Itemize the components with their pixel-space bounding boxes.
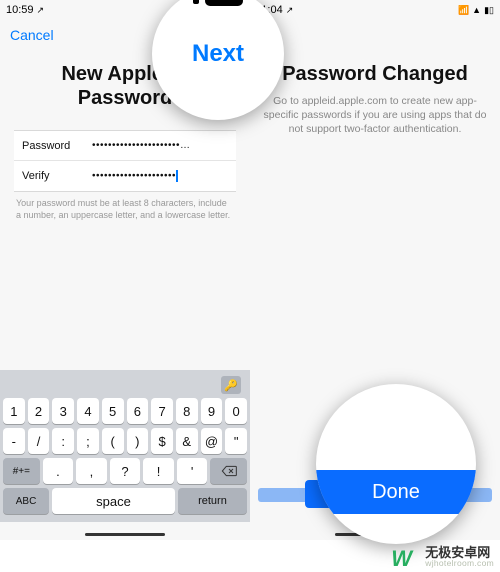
key-8[interactable]: 8	[176, 398, 198, 424]
battery-icon: ▮▯	[484, 5, 494, 16]
key-exclaim[interactable]: !	[143, 458, 174, 484]
password-hint: Your password must be at least 8 charact…	[16, 198, 234, 221]
keyboard-row-1: 1 2 3 4 5 6 7 8 9 0	[3, 398, 247, 424]
status-bar: 11:04 ↗ 📶 ▲ ▮▯	[250, 0, 500, 20]
password-form: Password ••••••••••••••••••••••… Verify …	[14, 130, 236, 192]
nav-bar	[250, 20, 500, 50]
key-slash[interactable]: /	[28, 428, 50, 454]
key-dash[interactable]: -	[3, 428, 25, 454]
home-indicator[interactable]	[85, 533, 165, 536]
key-symbols[interactable]: #+=	[3, 458, 40, 484]
watermark: W 无极安卓网 wjhotelroom.com	[391, 546, 494, 568]
key-2[interactable]: 2	[28, 398, 50, 424]
keyboard-row-2: - / : ; ( ) $ & @ "	[3, 428, 247, 454]
page-title: Password Changed	[250, 62, 500, 86]
key-quote[interactable]: "	[225, 428, 247, 454]
password-label: Password	[22, 140, 84, 152]
key-3[interactable]: 3	[52, 398, 74, 424]
keyboard-row-4: ABC space return	[3, 488, 247, 514]
key-comma[interactable]: ,	[76, 458, 107, 484]
done-button-zoom[interactable]: Done	[316, 470, 476, 514]
next-button[interactable]: Next	[192, 40, 244, 68]
location-icon: ↗	[286, 5, 294, 16]
key-space[interactable]: space	[52, 488, 175, 514]
key-9[interactable]: 9	[201, 398, 223, 424]
key-lparen[interactable]: (	[102, 428, 124, 454]
key-dollar[interactable]: $	[151, 428, 173, 454]
password-field[interactable]: Password ••••••••••••••••••••••…	[14, 131, 236, 161]
verify-label: Verify	[22, 170, 84, 182]
keychain-icon[interactable]: 🔑	[221, 376, 241, 394]
watermark-url: wjhotelroom.com	[425, 559, 494, 568]
key-0[interactable]: 0	[225, 398, 247, 424]
key-return[interactable]: return	[178, 488, 247, 514]
status-time: 10:59	[6, 4, 34, 16]
page-subtext: Go to appleid.apple.com to create new ap…	[262, 94, 488, 137]
key-7[interactable]: 7	[151, 398, 173, 424]
location-icon: ↗	[37, 5, 45, 16]
verify-field[interactable]: Verify •••••••••••••••••••••	[14, 161, 236, 191]
key-backspace[interactable]	[210, 458, 247, 484]
verify-value: •••••••••••••••••••••	[92, 170, 178, 182]
magnifier-done: Done	[316, 384, 476, 544]
signal-icon: 📶	[458, 5, 469, 16]
key-question[interactable]: ?	[110, 458, 141, 484]
key-rparen[interactable]: )	[127, 428, 149, 454]
watermark-logo-icon: W	[391, 546, 421, 568]
key-semicolon[interactable]: ;	[77, 428, 99, 454]
password-value: ••••••••••••••••••••••…	[92, 140, 191, 151]
cancel-button[interactable]: Cancel	[10, 27, 54, 43]
key-abc[interactable]: ABC	[3, 488, 49, 514]
wifi-icon: ▲	[472, 5, 481, 15]
key-amp[interactable]: &	[176, 428, 198, 454]
key-colon[interactable]: :	[52, 428, 74, 454]
key-6[interactable]: 6	[127, 398, 149, 424]
backspace-icon	[221, 465, 237, 477]
key-1[interactable]: 1	[3, 398, 25, 424]
key-at[interactable]: @	[201, 428, 223, 454]
notch-icon	[193, 0, 243, 6]
keyboard-row-3: #+= . , ? ! '	[3, 458, 247, 484]
key-period[interactable]: .	[43, 458, 74, 484]
text-cursor	[176, 170, 178, 182]
key-apostrophe[interactable]: '	[177, 458, 208, 484]
key-5[interactable]: 5	[102, 398, 124, 424]
keyboard: 🔑 1 2 3 4 5 6 7 8 9 0 - / : ; ( ) $	[0, 370, 250, 522]
key-4[interactable]: 4	[77, 398, 99, 424]
